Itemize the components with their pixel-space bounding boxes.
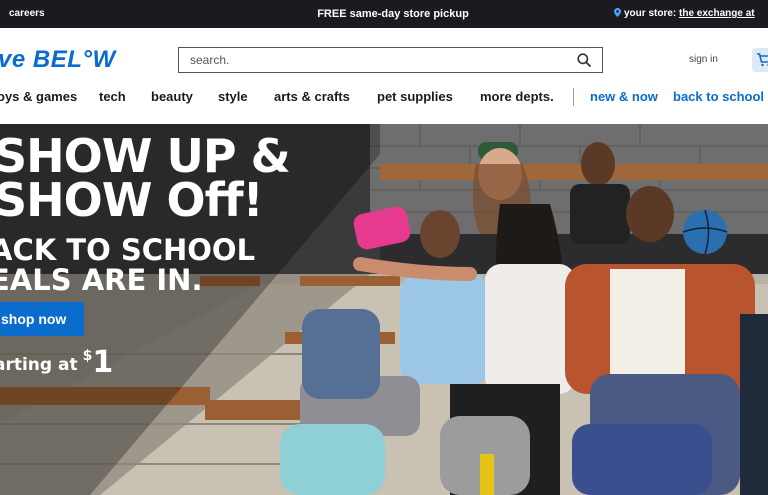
nav-more-depts[interactable]: more depts. xyxy=(480,89,554,104)
nav-beauty[interactable]: beauty xyxy=(151,89,193,104)
nav-arts-crafts[interactable]: arts & crafts xyxy=(274,89,350,104)
location-pin-icon xyxy=(614,8,621,17)
hero-headline: SHOW UP & SHOW Off! xyxy=(0,129,291,227)
hero-banner[interactable]: SHOW UP & SHOW Off! ACK TO SCHOOL EALS A… xyxy=(0,124,768,495)
category-nav: oys & games tech beauty style arts & cra… xyxy=(0,80,768,116)
site-header: ve BEL°W sign in xyxy=(0,28,768,80)
nav-pet-supplies[interactable]: pet supplies xyxy=(377,89,453,104)
hero-subline-line-2: EALS ARE IN. xyxy=(0,263,203,297)
nav-style[interactable]: style xyxy=(218,89,248,104)
price-dollar-sign: $ xyxy=(82,348,93,364)
price-value: 1 xyxy=(92,345,114,380)
hero-headline-line-1: SHOW UP & xyxy=(0,129,291,183)
search-input[interactable] xyxy=(190,48,570,72)
nav-divider xyxy=(573,88,574,106)
shop-now-button[interactable]: shop now xyxy=(0,302,84,336)
nav-tech[interactable]: tech xyxy=(99,89,126,104)
nav-back-to-school[interactable]: back to school xyxy=(673,89,764,104)
search-icon[interactable] xyxy=(577,53,591,67)
nav-new-now[interactable]: new & now xyxy=(590,89,658,104)
five-below-logo[interactable]: ve BEL°W xyxy=(0,46,116,74)
nav-toys-games[interactable]: oys & games xyxy=(0,89,77,104)
cart-icon xyxy=(757,53,768,67)
starting-at-label: arting at xyxy=(0,355,78,375)
search-bar[interactable] xyxy=(178,47,603,73)
hero-subline-line-1: ACK TO SCHOOL xyxy=(0,233,256,267)
top-utility-bar: careers FREE same-day store pickup your … xyxy=(0,0,768,28)
store-name-link[interactable]: the exchange at xyxy=(679,8,755,19)
store-label: your store: xyxy=(624,8,677,19)
hero-headline-line-2: SHOW Off! xyxy=(0,173,264,227)
your-store[interactable]: your store: the exchange at xyxy=(614,8,755,19)
hero-subline: ACK TO SCHOOL EALS ARE IN. xyxy=(0,235,255,295)
starting-at-price: arting at $1 xyxy=(0,345,113,380)
sign-in-link[interactable]: sign in xyxy=(689,54,718,65)
cart-button[interactable] xyxy=(752,48,768,72)
